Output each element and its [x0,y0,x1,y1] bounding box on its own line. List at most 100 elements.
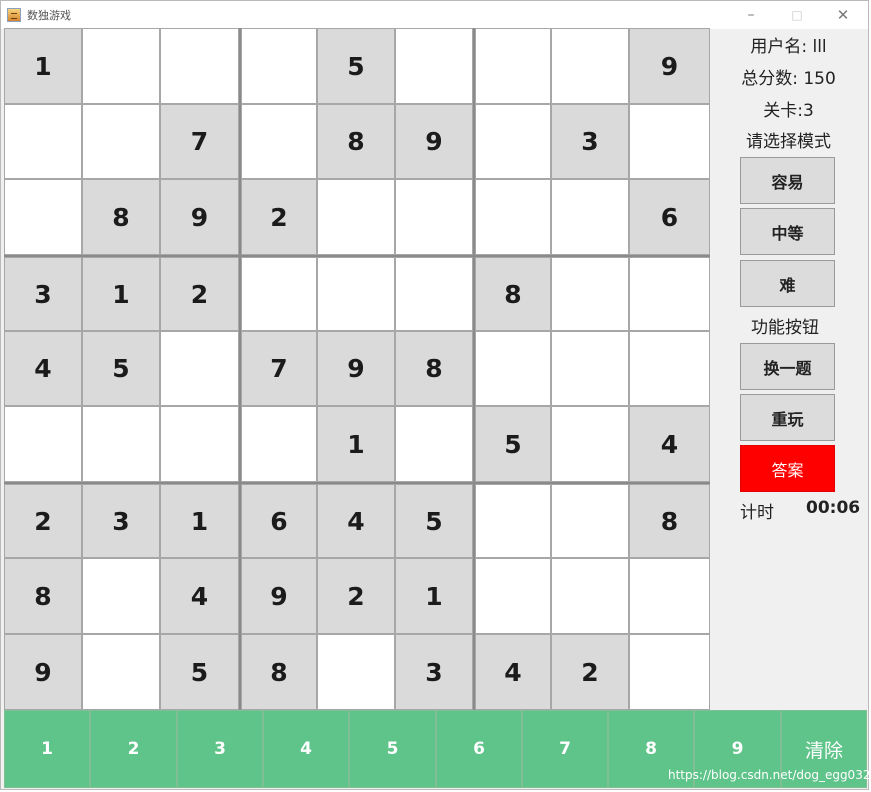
number-key-4[interactable]: 4 [263,710,349,788]
board-cell[interactable]: 3 [551,104,629,179]
board-cell[interactable] [241,28,317,104]
board-cell[interactable]: 9 [317,331,395,406]
replay-button[interactable]: 重玩 [740,394,835,441]
answer-button[interactable]: 答案 [740,445,835,492]
board-cell[interactable] [82,634,160,710]
board-cell[interactable] [395,406,473,482]
board-cell[interactable] [551,257,629,331]
level-label: 关卡:3 [763,101,814,121]
board-cell[interactable] [551,28,629,104]
board-cell[interactable]: 3 [82,484,160,558]
board-cell[interactable]: 5 [82,331,160,406]
board-cell[interactable]: 8 [395,331,473,406]
board-cell[interactable]: 4 [4,331,82,406]
board-cell[interactable] [4,179,82,255]
board-cell[interactable] [629,331,710,406]
board-cell[interactable]: 8 [82,179,160,255]
board-cell[interactable]: 3 [4,257,82,331]
board-cell[interactable]: 2 [551,634,629,710]
board-cell[interactable] [160,28,239,104]
board-cell[interactable] [395,257,473,331]
number-key-7[interactable]: 7 [522,710,608,788]
board-cell[interactable] [241,406,317,482]
board-cell[interactable] [475,28,551,104]
board-cell[interactable] [475,104,551,179]
board-cell[interactable] [4,104,82,179]
board-cell[interactable] [4,406,82,482]
board-cell[interactable]: 5 [475,406,551,482]
easy-button[interactable]: 容易 [740,157,835,204]
board-cell[interactable] [395,179,473,255]
board-cell[interactable] [160,406,239,482]
board-cell[interactable] [475,331,551,406]
board-cell[interactable] [395,28,473,104]
board-cell[interactable] [629,558,710,634]
number-key-3[interactable]: 3 [177,710,263,788]
board-cell[interactable] [551,558,629,634]
board-cell[interactable]: 1 [4,28,82,104]
maximize-button[interactable]: □ [774,1,820,29]
board-cell[interactable] [317,257,395,331]
board-cell[interactable] [475,484,551,558]
board-cell[interactable]: 4 [629,406,710,482]
board-cell[interactable] [629,257,710,331]
board-cell[interactable]: 2 [4,484,82,558]
medium-button[interactable]: 中等 [740,208,835,255]
board-cell[interactable] [82,28,160,104]
board-cell[interactable]: 8 [475,257,551,331]
board-cell[interactable] [317,179,395,255]
board-cell[interactable]: 8 [317,104,395,179]
board-cell[interactable] [551,331,629,406]
board-cell[interactable]: 6 [629,179,710,255]
board-cell[interactable] [475,179,551,255]
board-cell[interactable]: 9 [241,558,317,634]
board-cell[interactable] [241,257,317,331]
number-key-2[interactable]: 2 [90,710,177,788]
board-cell[interactable]: 7 [160,104,239,179]
board-cell[interactable]: 2 [317,558,395,634]
board-cell[interactable]: 6 [241,484,317,558]
board-cell[interactable]: 8 [241,634,317,710]
board-cell[interactable]: 1 [317,406,395,482]
board-cell[interactable] [551,179,629,255]
board-cell[interactable]: 9 [395,104,473,179]
board-cell[interactable]: 1 [395,558,473,634]
board-cell[interactable]: 2 [160,257,239,331]
board-cell[interactable]: 8 [629,484,710,558]
minimize-button[interactable]: – [728,1,774,29]
board-cell[interactable]: 9 [4,634,82,710]
board-cell[interactable] [241,104,317,179]
board-cell[interactable] [551,406,629,482]
board-cell[interactable] [82,558,160,634]
board-cell[interactable] [629,104,710,179]
board-cell[interactable] [551,484,629,558]
board-cell[interactable]: 3 [395,634,473,710]
board-cell[interactable] [160,331,239,406]
board-cell[interactable]: 1 [82,257,160,331]
board-cell[interactable]: 5 [160,634,239,710]
board-cell[interactable] [82,406,160,482]
board-cell[interactable] [475,558,551,634]
board-cell[interactable]: 5 [395,484,473,558]
board-cell[interactable]: 8 [4,558,82,634]
board-cell[interactable] [629,634,710,710]
board-cell[interactable]: 4 [475,634,551,710]
username-label: 用户名: lll [750,37,827,57]
board-cell[interactable]: 5 [317,28,395,104]
hard-button[interactable]: 难 [740,260,835,307]
board-cell[interactable]: 9 [160,179,239,255]
board-cell[interactable]: 7 [241,331,317,406]
board-cell[interactable]: 9 [629,28,710,104]
board-cell[interactable] [82,104,160,179]
number-key-1[interactable]: 1 [4,710,90,788]
board-cell[interactable]: 4 [160,558,239,634]
java-app-icon [7,8,21,22]
board-cell[interactable]: 1 [160,484,239,558]
board-cell[interactable]: 4 [317,484,395,558]
new-puzzle-button[interactable]: 换一题 [740,343,835,390]
number-key-6[interactable]: 6 [436,710,522,788]
close-button[interactable]: ✕ [820,1,866,29]
number-key-5[interactable]: 5 [349,710,436,788]
board-cell[interactable] [317,634,395,710]
board-cell[interactable]: 2 [241,179,317,255]
